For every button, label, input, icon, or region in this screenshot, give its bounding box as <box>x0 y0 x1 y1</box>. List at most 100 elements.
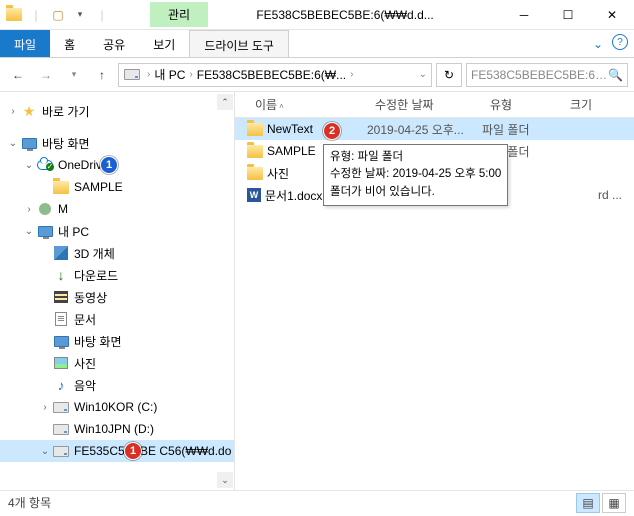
drive-icon <box>123 66 141 84</box>
tab-drive-tools[interactable]: 드라이브 도구 <box>189 30 289 57</box>
up-button[interactable]: ↑ <box>90 63 114 87</box>
chevron-right-icon[interactable]: › <box>38 402 52 413</box>
user-icon <box>36 200 54 218</box>
folder-icon <box>6 7 22 23</box>
tree-drive-c[interactable]: ›Win10KOR (C:) <box>0 396 234 418</box>
search-box[interactable]: FE538C5BEBEC5BE:6(₩₩... 🔍 <box>466 63 628 87</box>
annotation-1: 1 <box>100 156 118 174</box>
file-name: 문서1.docx <box>265 187 322 204</box>
tooltip: 유형: 파일 폴더 수정한 날짜: 2019-04-25 오후 5:00 폴더가… <box>323 144 508 206</box>
recent-dropdown[interactable]: ▾ <box>62 63 86 87</box>
help-icon[interactable]: ? <box>612 34 628 50</box>
column-headers: 이름˄ 수정한 날짜 유형 크기 <box>235 92 634 118</box>
music-icon: ♪ <box>52 376 70 394</box>
tree-onedrive[interactable]: ⌄ OneDrive 1 <box>0 154 234 176</box>
tree-downloads[interactable]: ↓다운로드 <box>0 264 234 286</box>
tree-drive-e[interactable]: ⌄ FE535C5C5BE C56(₩₩d.do 1 <box>0 440 234 462</box>
tree-music[interactable]: ♪음악 <box>0 374 234 396</box>
tree-desktop[interactable]: 바탕 화면 <box>0 330 234 352</box>
chevron-down-icon[interactable]: ⌄ <box>22 160 36 171</box>
cube-icon <box>52 244 70 262</box>
annotation-3: 2 <box>323 122 341 140</box>
maximize-button[interactable]: ☐ <box>546 0 590 30</box>
ribbon-tabs: 파일 홈 공유 보기 드라이브 도구 ⌄ ? <box>0 30 634 58</box>
scroll-up-button[interactable]: ⌃ <box>217 94 233 110</box>
file-name: NewText <box>267 122 313 136</box>
picture-icon <box>52 354 70 372</box>
folder-icon <box>247 145 263 158</box>
folder-icon <box>247 167 263 180</box>
column-size[interactable]: 크기 <box>562 96 634 113</box>
qat-dropdown-icon[interactable]: ▾ <box>72 7 88 23</box>
breadcrumb-mypc[interactable]: 내 PC <box>152 66 187 83</box>
tree-videos[interactable]: 동영상 <box>0 286 234 308</box>
column-type[interactable]: 유형 <box>482 96 562 113</box>
tree-mypc[interactable]: ⌄ 내 PC <box>0 220 234 242</box>
file-type: 파일 폴더 <box>482 121 562 138</box>
item-count: 4개 항목 <box>8 494 51 511</box>
breadcrumb-current[interactable]: FE538C5BEBEC5BE:6(₩... <box>195 68 348 82</box>
qat-divider-2: | <box>94 7 110 23</box>
pc-icon <box>36 222 54 240</box>
title-bar: | ▢ ▾ | 관리 FE538C5BEBEC5BE:6(₩₩d.d... ─ … <box>0 0 634 30</box>
details-view-button[interactable]: ▤ <box>576 493 600 513</box>
chevron-down-icon[interactable]: ⌄ <box>6 138 20 149</box>
tree-3d[interactable]: 3D 개체 <box>0 242 234 264</box>
chevron-right-icon[interactable]: › <box>22 204 36 215</box>
column-name[interactable]: 이름˄ <box>247 96 367 113</box>
tree-user-m[interactable]: › M <box>0 198 234 220</box>
address-bar: ← → ▾ ↑ › 내 PC › FE538C5BEBEC5BE:6(₩... … <box>0 58 634 92</box>
chevron-right-icon[interactable]: › <box>350 69 353 80</box>
tab-share[interactable]: 공유 <box>89 30 139 57</box>
search-icon: 🔍 <box>608 68 623 82</box>
tree-quick-access[interactable]: › ★ 바로 가기 <box>0 100 234 122</box>
forward-button[interactable]: → <box>34 63 58 87</box>
chevron-right-icon[interactable]: › <box>6 106 20 117</box>
minimize-button[interactable]: ─ <box>502 0 546 30</box>
tab-view[interactable]: 보기 <box>139 30 189 57</box>
annotation-2: 1 <box>124 442 142 460</box>
tree-drive-d[interactable]: Win10JPN (D:) <box>0 418 234 440</box>
navigation-pane: ⌃ › ★ 바로 가기 ⌄ 바탕 화면 ⌄ OneDrive 1 SAMPLE … <box>0 92 235 490</box>
properties-icon[interactable]: ▢ <box>50 7 66 23</box>
large-icons-view-button[interactable]: ▦ <box>602 493 626 513</box>
monitor-icon <box>52 332 70 350</box>
refresh-button[interactable]: ↻ <box>436 63 462 87</box>
file-size: rd ... <box>562 188 634 202</box>
chevron-down-icon[interactable]: ⌄ <box>22 226 36 237</box>
search-placeholder: FE538C5BEBEC5BE:6(₩₩... <box>471 68 608 82</box>
tree-pictures[interactable]: 사진 <box>0 352 234 374</box>
tab-home[interactable]: 홈 <box>50 30 89 57</box>
folder-icon <box>247 123 263 136</box>
tree-documents[interactable]: 문서 <box>0 308 234 330</box>
chevron-right-icon[interactable]: › <box>189 69 192 80</box>
window-title: FE538C5BEBEC5BE:6(₩₩d.d... <box>208 8 502 22</box>
tree-sample[interactable]: SAMPLE <box>0 176 234 198</box>
drive-icon <box>52 420 70 438</box>
close-button[interactable]: ✕ <box>590 0 634 30</box>
star-icon: ★ <box>20 102 38 120</box>
breadcrumb[interactable]: › 내 PC › FE538C5BEBEC5BE:6(₩... › ⌄ <box>118 63 432 87</box>
column-date[interactable]: 수정한 날짜 <box>367 96 482 113</box>
address-dropdown-icon[interactable]: ⌄ <box>419 69 427 80</box>
folder-icon <box>52 178 70 196</box>
expand-ribbon-icon[interactable]: ⌄ <box>588 34 608 54</box>
document-icon <box>52 310 70 328</box>
qat-divider: | <box>28 7 44 23</box>
content-pane: 이름˄ 수정한 날짜 유형 크기 NewText 2019-04-25 오후...… <box>235 92 634 490</box>
chevron-right-icon[interactable]: › <box>147 69 150 80</box>
video-icon <box>52 288 70 306</box>
file-name: SAMPLE <box>267 144 316 158</box>
sort-asc-icon: ˄ <box>279 102 284 111</box>
scroll-down-button[interactable]: ⌄ <box>217 472 233 488</box>
back-button[interactable]: ← <box>6 63 30 87</box>
file-name: 사진 <box>267 165 289 182</box>
tab-file[interactable]: 파일 <box>0 30 50 57</box>
tree-desktop-root[interactable]: ⌄ 바탕 화면 <box>0 132 234 154</box>
file-row[interactable]: NewText 2019-04-25 오후...파일 폴더 <box>235 118 634 140</box>
contextual-tab-label: 관리 <box>150 2 208 27</box>
monitor-icon <box>20 134 38 152</box>
word-icon: W <box>247 188 261 202</box>
chevron-down-icon[interactable]: ⌄ <box>38 446 52 457</box>
file-date: 2019-04-25 오후... <box>367 121 482 138</box>
